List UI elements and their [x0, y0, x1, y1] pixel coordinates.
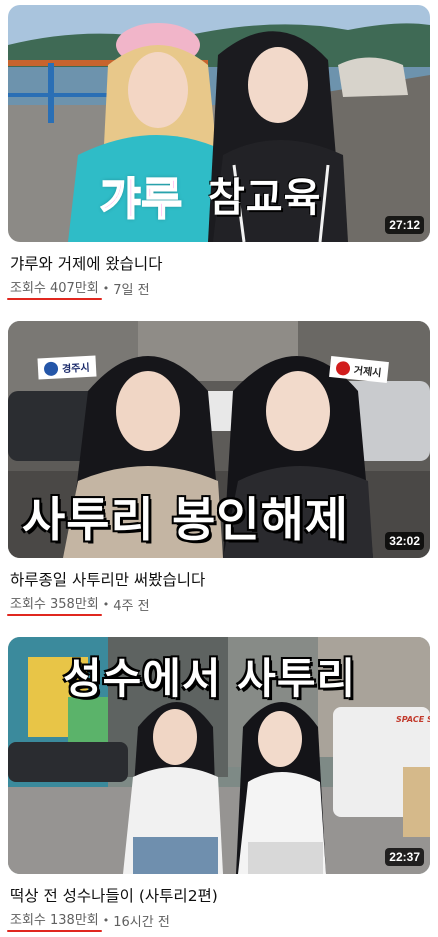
video-meta: 떡상 전 성수나들이 (사투리2편) 조회수 138만회 • 16시간 전 [7, 874, 430, 932]
video-feed: 갸루 참교육 27:12 갸루와 거제에 왔습니다 조회수 407만회 • 7일… [0, 0, 438, 937]
sign-label: 경주시 [61, 362, 90, 376]
city-emblem-icon [43, 360, 59, 376]
video-title[interactable]: 갸루와 거제에 왔습니다 [10, 254, 428, 274]
video-thumbnail[interactable]: 경주시 거제시 사투리 봉인해제 32:02 [8, 321, 430, 558]
video-meta: 하루종일 사투리만 써봤습니다 조회수 358만회 • 4주 전 [7, 558, 430, 616]
video-thumbnail[interactable]: 성수에서 사투리 SPACE S 22:37 [8, 637, 430, 874]
separator-dot: • [102, 913, 110, 927]
truck-lettering: SPACE S [396, 715, 430, 724]
location-sign-left: 경주시 [37, 355, 97, 380]
video-title[interactable]: 하루종일 사투리만 써봤습니다 [10, 570, 428, 590]
video-card[interactable]: 성수에서 사투리 SPACE S 22:37 떡상 전 성수나들이 (사투리2편… [7, 637, 430, 932]
video-subline: 조회수 138만회 • 16시간 전 [7, 909, 428, 932]
video-subline: 조회수 407만회 • 7일 전 [7, 277, 428, 300]
video-meta: 갸루와 거제에 왔습니다 조회수 407만회 • 7일 전 [7, 242, 430, 300]
duration-badge: 27:12 [385, 216, 424, 234]
view-count: 조회수 138만회 [7, 909, 102, 932]
view-count: 조회수 358만회 [7, 593, 102, 616]
upload-age: 7일 전 [113, 282, 150, 298]
separator-dot: • [102, 597, 110, 611]
thumbnail-overlay-text: 사투리 봉인해제 [22, 493, 350, 548]
upload-age: 4주 전 [113, 598, 150, 614]
video-card[interactable]: 갸루 참교육 27:12 갸루와 거제에 왔습니다 조회수 407만회 • 7일… [7, 5, 430, 300]
thumbnail-overlay-white: 참교육 [208, 175, 322, 221]
separator-dot: • [102, 281, 110, 295]
sign-label: 거제시 [353, 365, 382, 380]
video-card[interactable]: 경주시 거제시 사투리 봉인해제 32:02 하루종일 사투리만 써봤습니다 조… [7, 321, 430, 616]
thumbnail-overlay-pink: 갸루 [99, 173, 183, 226]
video-title[interactable]: 떡상 전 성수나들이 (사투리2편) [10, 886, 428, 906]
view-count: 조회수 407만회 [7, 277, 102, 300]
thumbnail-overlay-text: 성수에서 사투리 [63, 654, 357, 703]
video-thumbnail[interactable]: 갸루 참교육 27:12 [8, 5, 430, 242]
upload-age: 16시간 전 [113, 914, 170, 930]
city-emblem-icon [335, 360, 351, 376]
duration-badge: 22:37 [385, 848, 424, 866]
video-subline: 조회수 358만회 • 4주 전 [7, 593, 428, 616]
duration-badge: 32:02 [385, 532, 424, 550]
